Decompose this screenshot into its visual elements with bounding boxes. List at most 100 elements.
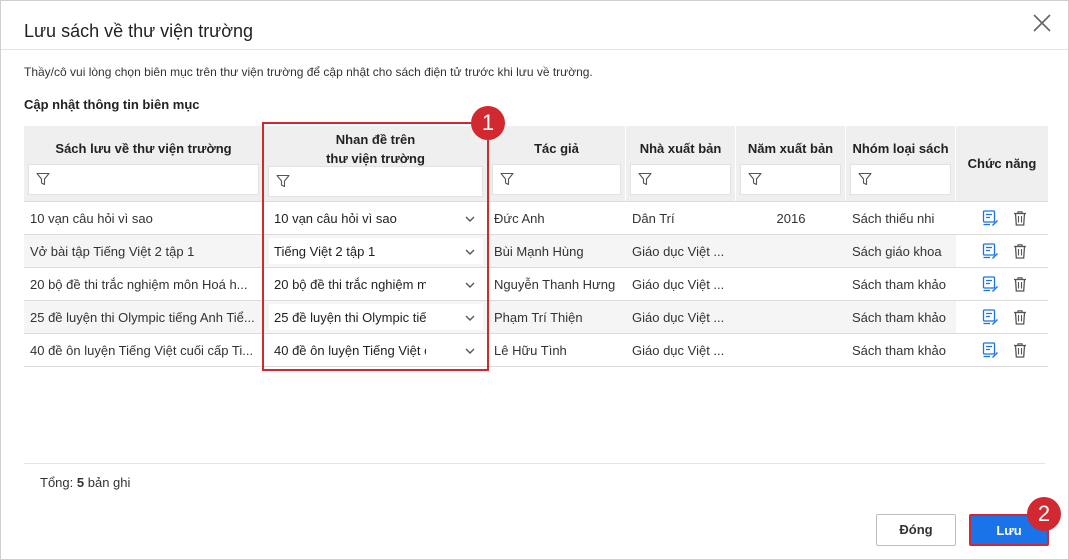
close-icon[interactable]	[1032, 13, 1052, 33]
column-title-label-line1: Nhan đề trên	[335, 132, 416, 147]
title-select-value: 10 vạn câu hỏi vì sao	[274, 210, 397, 226]
title-select[interactable]: 40 đề ôn luyện Tiếng Việt c	[269, 337, 483, 363]
year-filter-input[interactable]	[740, 164, 841, 195]
cell-author-text: Bùi Mạnh Hùng	[494, 243, 584, 259]
dialog-title: Lưu sách về thư viện trường	[24, 21, 254, 41]
row-actions	[962, 341, 1048, 359]
cell-author: Phạm Trí Thiện	[488, 301, 626, 333]
section-title: Cập nhật thông tin biên mục	[24, 97, 200, 112]
filter-icon	[276, 174, 290, 188]
column-publisher: Nhà xuất bản	[626, 126, 736, 201]
chevron-down-icon	[465, 249, 475, 255]
step-badge-1: 1	[471, 106, 505, 140]
dialog-description: Thầy/cô vui lòng chọn biên mục trên thư …	[24, 65, 593, 79]
table-row: 20 bộ đề thi trắc nghiệm môn Hoá h... 20…	[24, 267, 1048, 300]
book-filter-input[interactable]	[28, 164, 259, 195]
title-select[interactable]: 20 bộ đề thi trắc nghiệm m	[269, 271, 483, 297]
cell-book: 25 đề luyện thi Olympic tiếng Anh Tiể...	[24, 301, 264, 333]
cell-category: Sách giáo khoa	[846, 235, 956, 267]
cell-title: 25 đề luyện thi Olympic tiế	[264, 301, 488, 333]
column-category-label: Nhóm loại sách	[852, 141, 949, 156]
title-filter-input[interactable]	[268, 166, 483, 197]
column-actions: Chức năng	[956, 126, 1048, 201]
cell-year	[736, 301, 846, 333]
chevron-down-icon	[465, 282, 475, 288]
cell-author-text: Đức Anh	[494, 210, 545, 226]
edit-catalog-icon[interactable]	[981, 275, 999, 293]
cell-publisher-text: Giáo dục Việt ...	[632, 243, 725, 259]
cell-publisher: Giáo dục Việt ...	[626, 301, 736, 333]
cell-book-text: 20 bộ đề thi trắc nghiệm môn Hoá h...	[30, 276, 248, 292]
cell-publisher: Dân Trí	[626, 202, 736, 234]
cell-book-text: 10 vạn câu hỏi vì sao	[30, 210, 153, 226]
cell-book: Vở bài tập Tiếng Việt 2 tập 1	[24, 235, 264, 267]
cell-book: 20 bộ đề thi trắc nghiệm môn Hoá h...	[24, 268, 264, 300]
cell-book-text: Vở bài tập Tiếng Việt 2 tập 1	[30, 243, 195, 259]
cell-publisher: Giáo dục Việt ...	[626, 235, 736, 267]
row-actions	[962, 242, 1048, 260]
total-records: Tổng: 5 bản ghi	[40, 475, 130, 490]
category-filter-input[interactable]	[850, 164, 951, 195]
total-label: Tổng:	[40, 475, 74, 490]
cell-category: Sách thiếu nhi	[846, 202, 956, 234]
title-select[interactable]: Tiếng Việt 2 tập 1	[269, 238, 483, 264]
trash-icon[interactable]	[1011, 275, 1029, 293]
column-author: Tác giả	[488, 126, 626, 201]
edit-catalog-icon[interactable]	[981, 308, 999, 326]
title-select[interactable]: 25 đề luyện thi Olympic tiế	[269, 304, 483, 330]
publisher-filter-input[interactable]	[630, 164, 731, 195]
cell-title: 20 bộ đề thi trắc nghiệm m	[264, 268, 488, 300]
column-actions-label: Chức năng	[967, 156, 1037, 171]
cell-publisher: Giáo dục Việt ...	[626, 334, 736, 366]
trash-icon[interactable]	[1011, 341, 1029, 359]
column-book-label: Sách lưu về thư viện trường	[55, 141, 232, 156]
cell-publisher-text: Giáo dục Việt ...	[632, 342, 725, 358]
filter-icon	[638, 172, 652, 186]
cell-category: Sách tham khảo	[846, 268, 956, 300]
column-category: Nhóm loại sách	[846, 126, 956, 201]
cell-category: Sách tham khảo	[846, 301, 956, 333]
chevron-down-icon	[465, 348, 475, 354]
total-unit: bản ghi	[87, 475, 131, 490]
catalog-table: Sách lưu về thư viện trường Nhan đề trên…	[24, 126, 1048, 367]
title-select[interactable]: 10 vạn câu hỏi vì sao	[269, 205, 483, 231]
trash-icon[interactable]	[1011, 242, 1029, 260]
trash-icon[interactable]	[1011, 209, 1029, 227]
cell-author-text: Nguyễn Thanh Hưng	[494, 276, 616, 292]
filter-icon	[36, 172, 50, 186]
cell-actions	[956, 301, 1048, 333]
table-row: 40 đề ôn luyện Tiếng Việt cuối cấp Ti...…	[24, 333, 1048, 366]
cell-year-text: 2016	[776, 210, 806, 226]
column-title-label: Nhan đề trên thư viện trường	[264, 130, 487, 168]
trash-icon[interactable]	[1011, 308, 1029, 326]
cell-publisher-text: Giáo dục Việt ...	[632, 276, 725, 292]
edit-catalog-icon[interactable]	[981, 341, 999, 359]
cell-actions	[956, 202, 1048, 234]
row-actions	[962, 275, 1048, 293]
cell-actions	[956, 268, 1048, 300]
row-actions	[962, 308, 1048, 326]
cell-category: Sách tham khảo	[846, 334, 956, 366]
title-select-value: 20 bộ đề thi trắc nghiệm m	[274, 276, 426, 292]
cell-book-text: 40 đề ôn luyện Tiếng Việt cuối cấp Ti...	[30, 342, 254, 358]
cell-author: Bùi Mạnh Hùng	[488, 235, 626, 267]
header-divider	[1, 49, 1068, 50]
author-filter-input[interactable]	[492, 164, 621, 195]
cell-actions	[956, 334, 1048, 366]
cell-title: 10 vạn câu hỏi vì sao	[264, 202, 488, 234]
cell-title: Tiếng Việt 2 tập 1	[264, 235, 488, 267]
title-select-value: 40 đề ôn luyện Tiếng Việt c	[274, 342, 426, 358]
close-button[interactable]: Đóng	[876, 514, 956, 546]
table-row: Vở bài tập Tiếng Việt 2 tập 1 Tiếng Việt…	[24, 234, 1048, 267]
cell-author: Nguyễn Thanh Hưng	[488, 268, 626, 300]
cell-title: 40 đề ôn luyện Tiếng Việt c	[264, 334, 488, 366]
cell-category-text: Sách giáo khoa	[852, 243, 942, 259]
edit-catalog-icon[interactable]	[981, 209, 999, 227]
table-header: Sách lưu về thư viện trường Nhan đề trên…	[24, 126, 1048, 201]
edit-catalog-icon[interactable]	[981, 242, 999, 260]
column-year-label: Năm xuất bản	[747, 141, 834, 156]
cell-book: 10 vạn câu hỏi vì sao	[24, 202, 264, 234]
table-row: 10 vạn câu hỏi vì sao 10 vạn câu hỏi vì …	[24, 201, 1048, 234]
cell-author-text: Phạm Trí Thiện	[494, 309, 583, 325]
cell-year: 2016	[736, 202, 846, 234]
